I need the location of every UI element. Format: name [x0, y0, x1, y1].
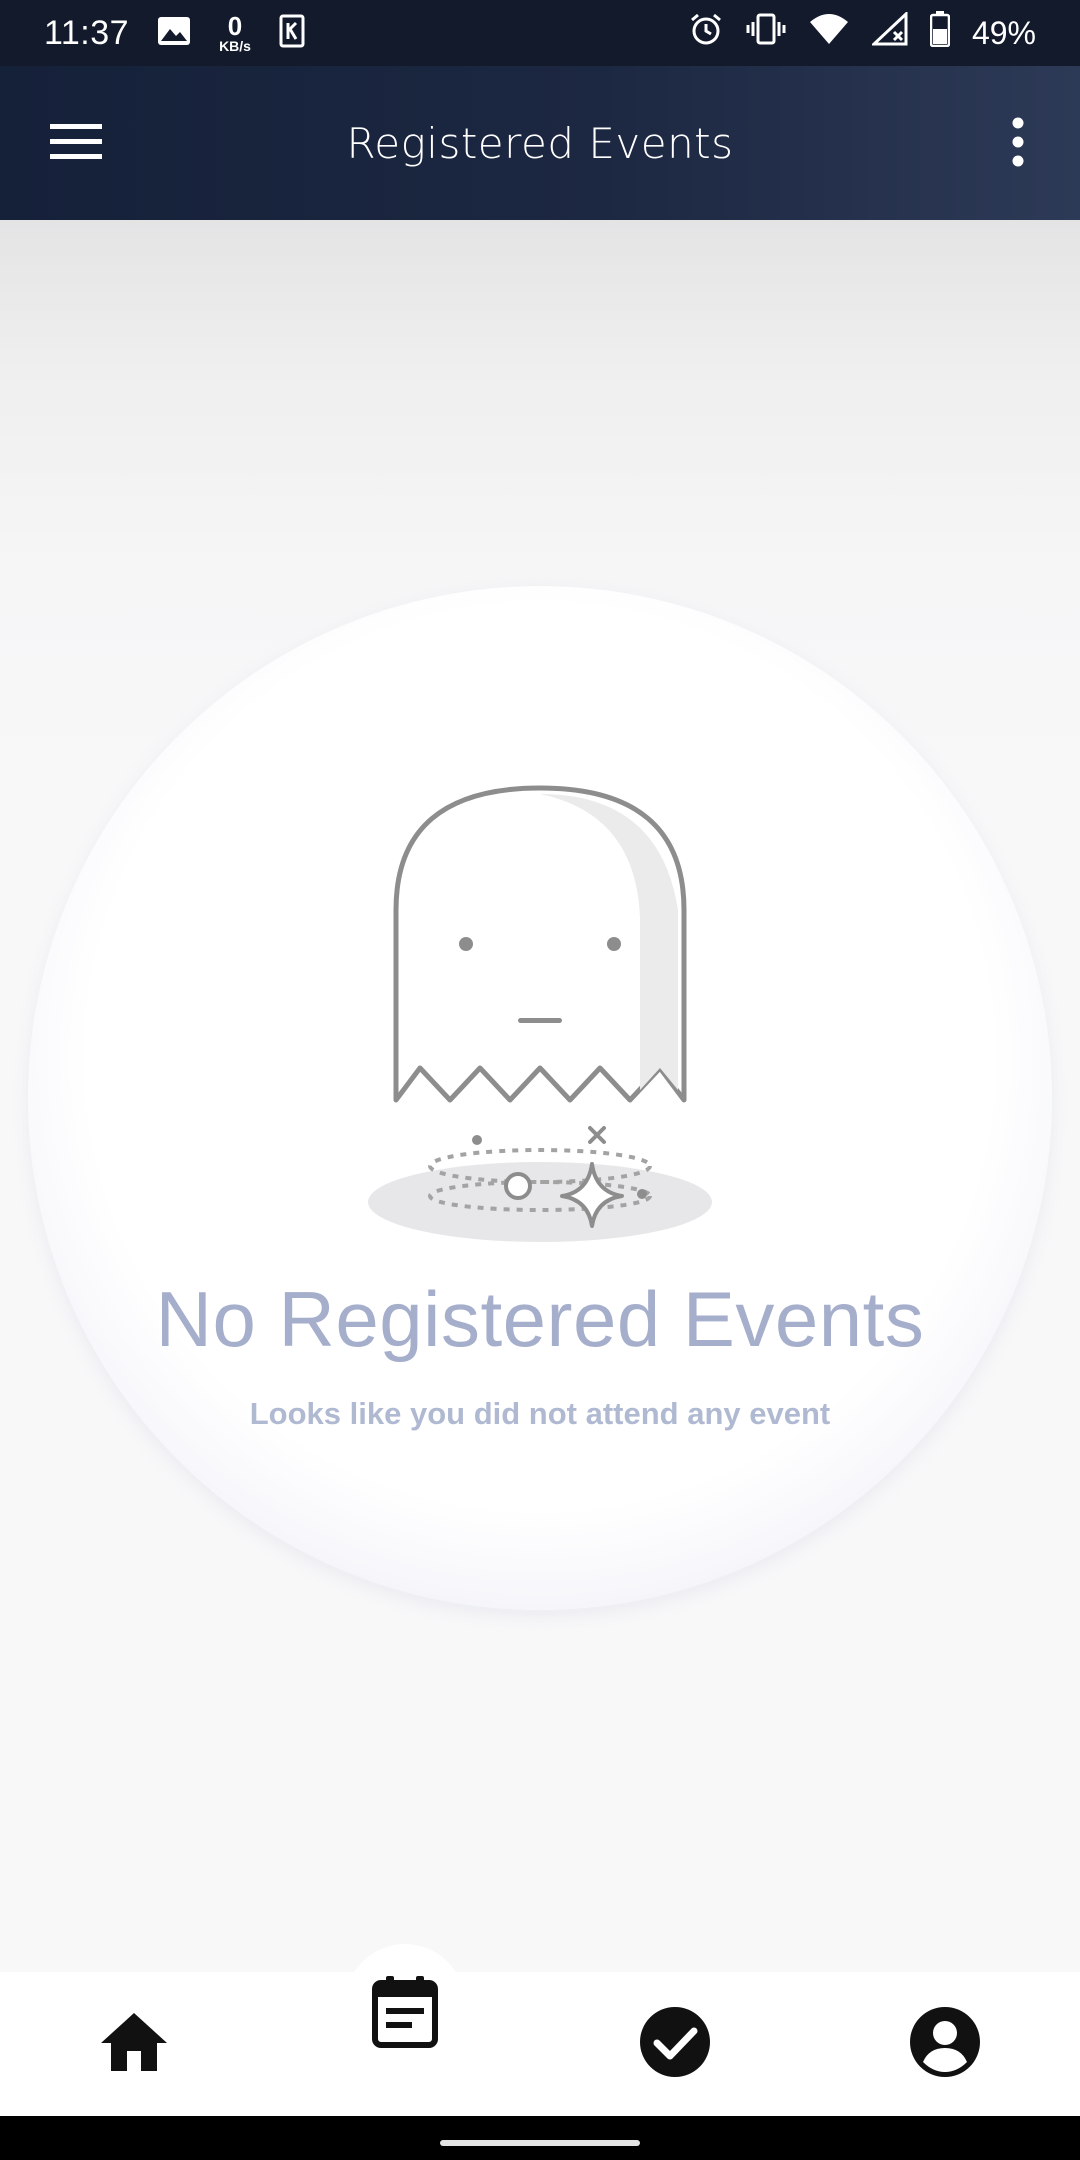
status-bar: 11:37 0 KB/s 49% [0, 0, 1080, 66]
bottom-nav [0, 1944, 1080, 2116]
more-vert-icon[interactable] [1006, 116, 1030, 168]
hamburger-menu-icon[interactable] [50, 122, 102, 162]
home-icon [99, 2011, 169, 2078]
gesture-bar [0, 2116, 1080, 2160]
vibrate-icon [746, 12, 786, 54]
main-content: No Registered Events Looks like you did … [0, 220, 1080, 1972]
empty-state-subtitle: Looks like you did not attend any event [249, 1396, 831, 1431]
k-app-icon [279, 14, 305, 53]
ghost-illustration [360, 778, 720, 1278]
nav-registered-events[interactable] [355, 1964, 455, 2064]
status-time: 11:37 [44, 13, 130, 52]
app-bar: Registered Events [0, 66, 1080, 220]
nav-attended[interactable] [625, 1994, 725, 2094]
check-circle-icon [639, 2006, 711, 2083]
page-title: Registered Events [346, 118, 734, 168]
alarm-icon [688, 11, 724, 55]
home-gesture-handle[interactable] [440, 2140, 640, 2146]
account-circle-icon [909, 2006, 981, 2083]
calendar-event-icon [372, 1975, 438, 2053]
battery-percent: 49% [971, 14, 1036, 51]
wifi-icon [808, 12, 850, 54]
empty-state-title: No Registered Events [155, 1275, 925, 1363]
battery-icon [929, 11, 951, 55]
net-speed: 0 KB/s [219, 11, 251, 54]
nav-home[interactable] [84, 1994, 184, 2094]
image-icon [157, 16, 191, 51]
signal-icon [870, 10, 908, 54]
nav-profile[interactable] [895, 1994, 995, 2094]
